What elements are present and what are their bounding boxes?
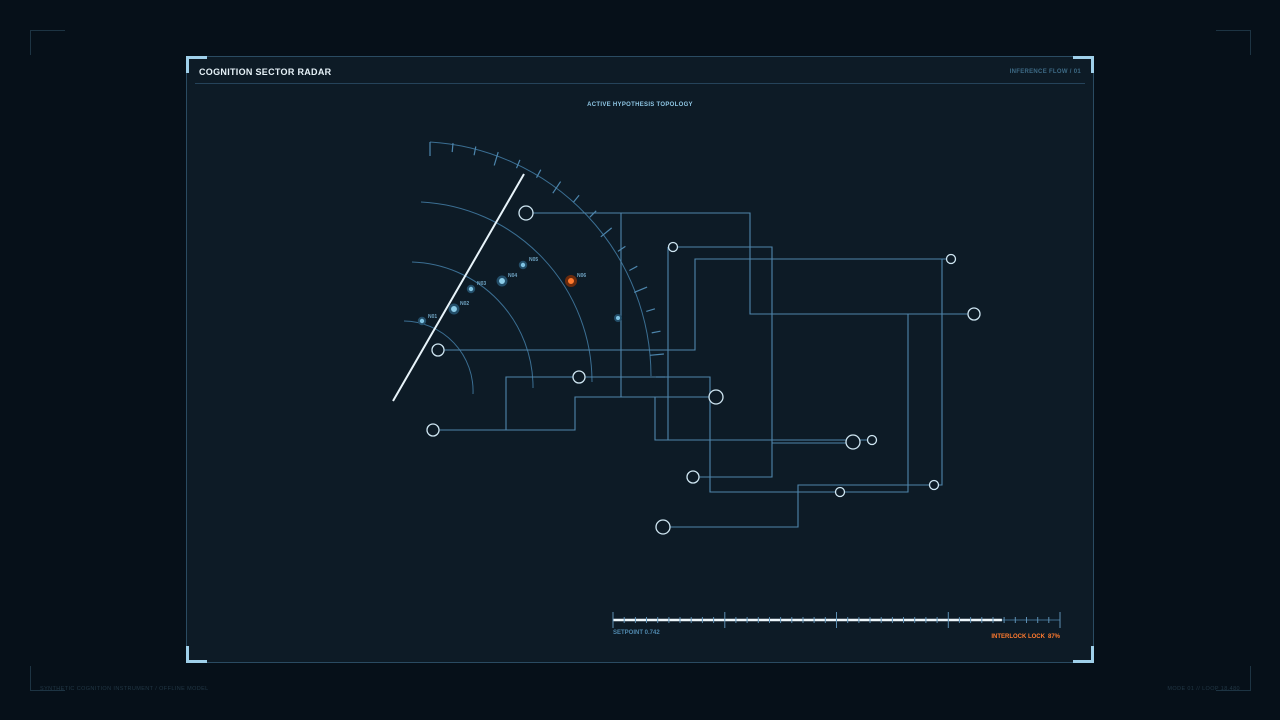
radar-tick bbox=[589, 210, 597, 218]
footer-right-text: MODE 01 // LOOP 18.480 bbox=[1167, 686, 1240, 692]
circuit-wires bbox=[433, 212, 974, 528]
junction-node[interactable] bbox=[518, 205, 534, 221]
radar-arc-2 bbox=[411, 261, 534, 389]
junction-node[interactable] bbox=[431, 343, 445, 357]
wire-3 bbox=[673, 246, 773, 478]
interlock-value: 87% bbox=[1048, 634, 1061, 640]
radar-tick bbox=[552, 181, 562, 194]
node-label-n05: N05 bbox=[529, 257, 538, 263]
hypothesis-node-n04[interactable] bbox=[496, 275, 508, 287]
junction-node[interactable] bbox=[667, 241, 679, 253]
radar-tick bbox=[493, 151, 499, 166]
junction-node[interactable] bbox=[945, 253, 957, 265]
junction-node[interactable] bbox=[834, 486, 846, 498]
radar-arc-3 bbox=[420, 201, 593, 383]
wire-1 bbox=[526, 212, 974, 315]
radar-tick bbox=[600, 227, 613, 238]
hypothesis-node-unlabeled[interactable] bbox=[614, 314, 622, 322]
gauge-ticks bbox=[612, 612, 1061, 628]
hypothesis-nodes bbox=[417, 260, 622, 326]
node-label-n03: N03 bbox=[477, 281, 486, 287]
junction-node[interactable] bbox=[967, 307, 981, 321]
junction-node[interactable] bbox=[426, 423, 440, 437]
radar-tick bbox=[473, 146, 477, 156]
node-label-n06: N06 bbox=[577, 273, 586, 279]
interlock-label: INTERLOCK LOCK 87% bbox=[991, 634, 1060, 640]
topology-visualization: N01 N02 N03 N04 N05 N06 SETPOINT 0.742 I… bbox=[392, 141, 1061, 640]
junction-node[interactable] bbox=[928, 479, 940, 491]
wire-6 bbox=[433, 314, 909, 493]
radar-tick-marks bbox=[429, 142, 665, 378]
hypothesis-node-n01[interactable] bbox=[417, 316, 427, 326]
radar-tick bbox=[572, 194, 580, 203]
junction-node[interactable] bbox=[845, 434, 861, 450]
radar-tick bbox=[633, 286, 648, 293]
radar-tick bbox=[651, 330, 661, 334]
junction-node[interactable] bbox=[572, 370, 586, 384]
radar-arcs bbox=[403, 141, 652, 395]
radar-arc-1 bbox=[403, 320, 474, 395]
radar-tick bbox=[451, 143, 454, 153]
interlock-label-text: INTERLOCK LOCK bbox=[991, 634, 1045, 640]
node-label-n04: N04 bbox=[508, 273, 517, 279]
hypothesis-node-n03[interactable] bbox=[466, 284, 476, 294]
radar-tick bbox=[649, 353, 664, 356]
setpoint-gauge: SETPOINT 0.742 INTERLOCK LOCK 87% bbox=[612, 612, 1061, 640]
wire-7 bbox=[506, 396, 853, 441]
wire-5 bbox=[667, 247, 872, 441]
footer-left-text: SYNTHETIC COGNITION INSTRUMENT / OFFLINE… bbox=[40, 686, 209, 692]
radar-tick bbox=[617, 245, 626, 252]
hypothesis-node-n05[interactable] bbox=[518, 260, 528, 270]
radar-arc-outer bbox=[429, 141, 652, 377]
wire-8 bbox=[663, 259, 943, 528]
radar-tick bbox=[629, 265, 638, 272]
junction-node[interactable] bbox=[866, 434, 878, 446]
node-label-n02: N02 bbox=[460, 301, 469, 307]
node-label-n01: N01 bbox=[428, 314, 437, 320]
screen: COGNITION SECTOR RADAR INFERENCE FLOW / … bbox=[0, 0, 1280, 720]
hypothesis-node-n02[interactable] bbox=[448, 303, 460, 315]
junction-node[interactable] bbox=[655, 519, 671, 535]
setpoint-label: SETPOINT 0.742 bbox=[613, 630, 660, 636]
junction-node[interactable] bbox=[708, 389, 724, 405]
hypothesis-node-n06[interactable] bbox=[565, 275, 577, 287]
radar-tick bbox=[646, 308, 656, 312]
junction-node[interactable] bbox=[686, 470, 700, 484]
